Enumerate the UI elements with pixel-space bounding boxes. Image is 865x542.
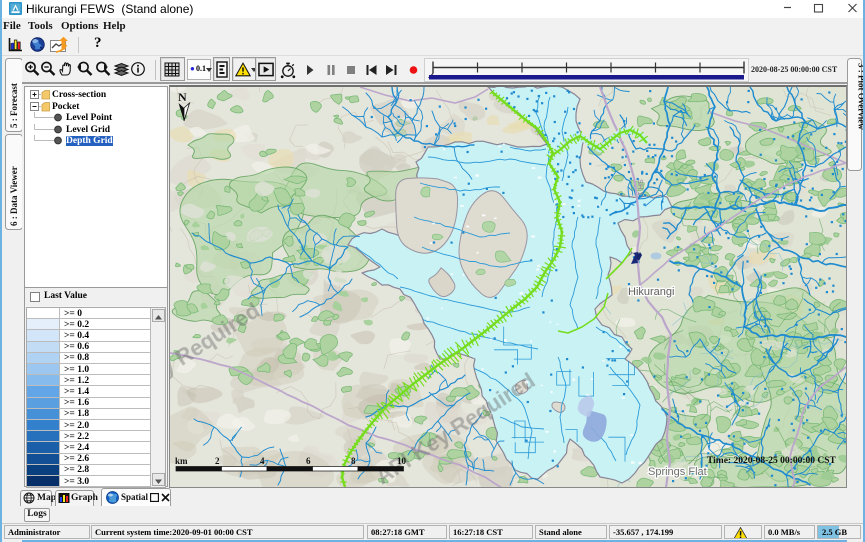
svg-text:N: N	[178, 90, 187, 104]
svg-text:Time: 2020-08-25 00:00:00 CST: Time: 2020-08-25 00:00:00 CST	[707, 456, 837, 466]
svg-text:10: 10	[397, 456, 407, 466]
svg-text:4: 4	[260, 456, 265, 466]
svg-text:3 : Plot Overview: 3 : Plot Overview	[857, 63, 864, 130]
svg-text:6: 6	[306, 456, 311, 466]
svg-text:Hikurangi: Hikurangi	[628, 286, 674, 298]
svg-text:SH 1: SH 1	[636, 179, 645, 196]
svg-text:km: km	[175, 456, 188, 466]
svg-text:2: 2	[215, 456, 220, 466]
svg-text:6 : Data Viewer: 6 : Data Viewer	[9, 166, 19, 226]
svg-text:5 : Forecast: 5 : Forecast	[9, 83, 19, 128]
svg-text:Springs Flat: Springs Flat	[648, 466, 707, 478]
svg-text:8: 8	[351, 456, 356, 466]
